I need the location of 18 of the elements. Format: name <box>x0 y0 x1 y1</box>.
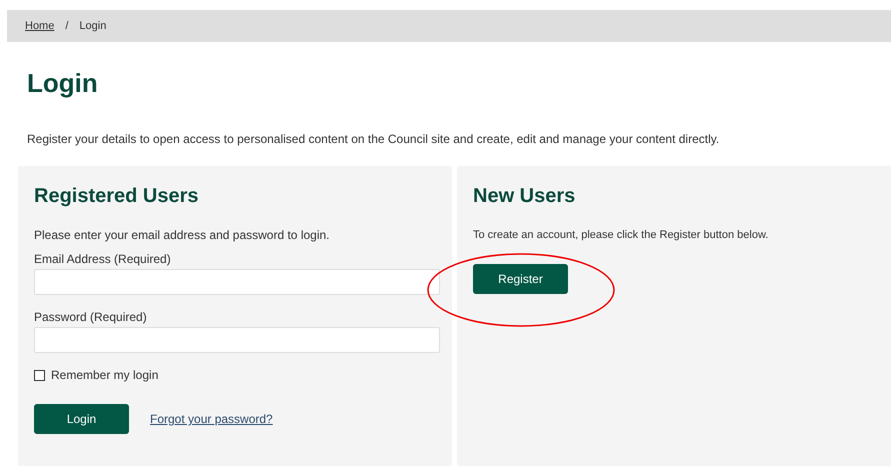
register-button[interactable]: Register <box>473 264 568 294</box>
panel-heading: New Users <box>473 184 576 208</box>
instruction-text: Please enter your email address and password to login. <box>34 228 330 242</box>
page-title: Login <box>27 68 99 98</box>
login-button[interactable]: Login <box>34 404 129 434</box>
remember-checkbox[interactable] <box>34 370 45 380</box>
field-label: Email Address (Required) <box>34 252 172 266</box>
input-field[interactable] <box>34 327 440 353</box>
breadcrumb-current: Login <box>79 20 106 32</box>
field-label: Password (Required) <box>34 310 148 324</box>
panel-heading: Registered Users <box>34 184 200 208</box>
breadcrumb-separator: / <box>65 20 68 32</box>
forgot-password-link[interactable]: Forgot your password? <box>150 412 273 426</box>
instruction-text: To create an account, please click the Register button below. <box>473 228 770 242</box>
input-field[interactable] <box>34 269 440 295</box>
checkbox-label: Remember my login <box>51 368 158 382</box>
intro-text: Register your details to open access to personalised content on the Council site and create, edit and manage your content directly. <box>27 132 720 146</box>
breadcrumb-link[interactable]: Home <box>25 20 54 32</box>
